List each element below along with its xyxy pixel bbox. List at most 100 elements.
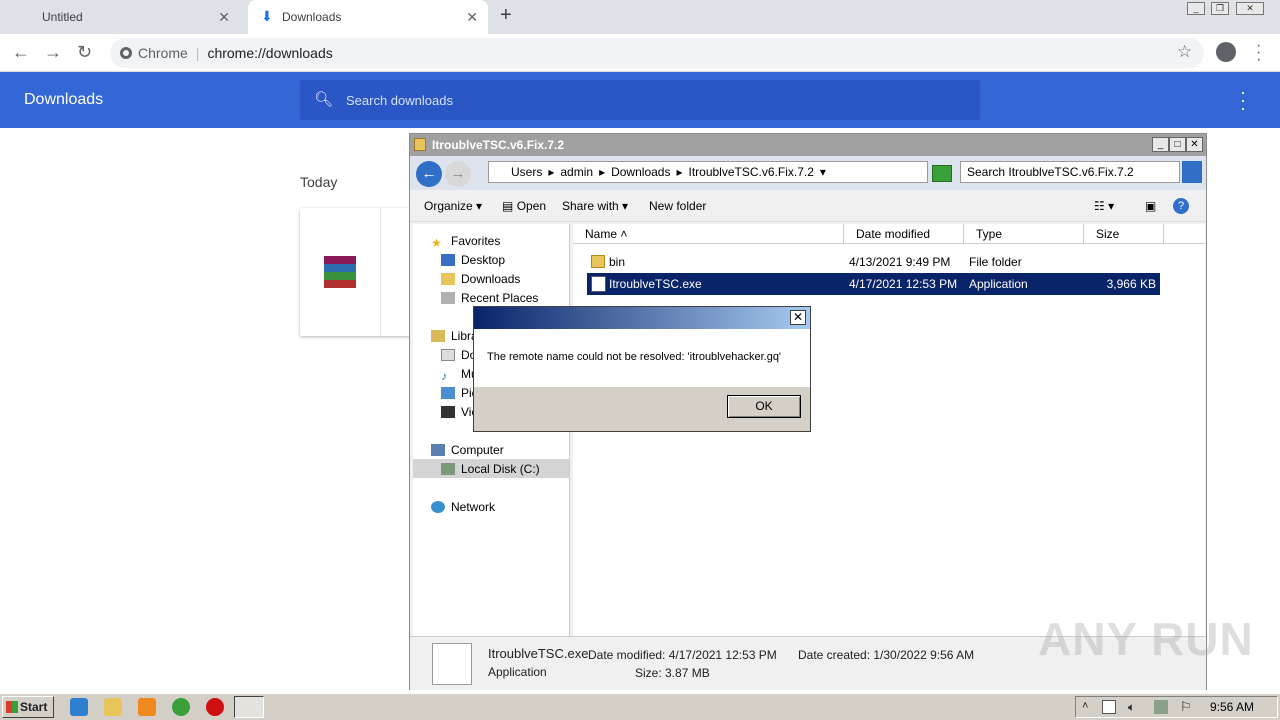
close-icon[interactable]: ✕	[790, 310, 806, 325]
search-icon[interactable]	[1182, 161, 1202, 183]
chrome-icon[interactable]	[172, 698, 190, 716]
star-icon: ★	[431, 236, 442, 250]
site-label: Chrome	[138, 45, 188, 61]
nav-local-disk[interactable]: Local Disk (C:)	[441, 462, 540, 476]
app-tray-icon[interactable]	[1102, 700, 1116, 714]
column-date-modified[interactable]: Date modified	[844, 224, 964, 244]
new-tab-icon[interactable]: +	[500, 4, 512, 27]
column-name[interactable]: Name ˄	[573, 224, 844, 244]
close-tab-icon[interactable]: ✕	[218, 9, 230, 26]
explorer-search-input[interactable]: Search ItroublveTSC.v6.Fix.7.2	[960, 161, 1180, 183]
forward-icon[interactable]: →	[445, 161, 471, 187]
window-title: ItroublveTSC.v6.Fix.7.2	[410, 134, 1206, 156]
application-icon	[591, 276, 606, 292]
more-actions-icon[interactable]: · · ·	[1240, 83, 1246, 117]
back-icon[interactable]: ←	[12, 42, 30, 63]
organize-button[interactable]: Organize ▾	[424, 199, 482, 213]
maximize-icon[interactable]: □	[1169, 137, 1186, 152]
command-bar: Organize ▾ ▤ Open Share with ▾ New folde…	[410, 190, 1206, 222]
forward-icon[interactable]: →	[44, 42, 62, 63]
internet-explorer-icon[interactable]	[70, 698, 88, 716]
tab-downloads[interactable]: ⬇ Downloads ✕	[248, 0, 488, 34]
column-size[interactable]: Size	[1084, 224, 1164, 244]
restore-icon[interactable]: ❐	[1211, 2, 1229, 15]
tab-untitled[interactable]: Untitled ✕	[0, 0, 240, 34]
address-row: ← → Users ▸ admin ▸ Downloads ▸ ItroublveTS…	[410, 156, 1206, 190]
table-row[interactable]: ItroublveTSC.exe 4/17/2021 12:53 PM Appl…	[587, 273, 1160, 295]
close-window-icon[interactable]: ✕	[1186, 137, 1203, 152]
search-downloads-input[interactable]: 🔍︎ Search downloads	[300, 80, 980, 120]
breadcrumb-current-folder[interactable]: ItroublveTSC.v6.Fix.7.2	[689, 165, 814, 179]
file-date: 4/13/2021 9:49 PM	[849, 255, 951, 269]
winrar-archive-icon	[324, 256, 356, 288]
volume-icon[interactable]: 🔈︎	[1128, 700, 1135, 715]
view-options-icon[interactable]: ☷ ▾	[1094, 199, 1114, 213]
download-item-card	[300, 208, 420, 336]
computer-icon	[431, 444, 445, 456]
chrome-menu-icon[interactable]: · · ·	[1256, 38, 1261, 68]
new-folder-button[interactable]: New folder	[649, 199, 706, 213]
file-explorer-icon[interactable]	[104, 698, 122, 716]
show-hidden-icons-icon[interactable]: ˄	[1082, 700, 1088, 712]
url-text: chrome://downloads	[207, 45, 333, 61]
nav-libraries[interactable]: Libra	[431, 329, 478, 343]
back-icon[interactable]: ←	[416, 161, 442, 187]
clock[interactable]: 9:56 AM	[1210, 700, 1254, 714]
close-tab-icon[interactable]: ✕	[466, 9, 478, 26]
nav-documents[interactable]: Do	[441, 348, 476, 362]
divider	[380, 208, 381, 336]
watermark-logo: ANY RUN	[1038, 613, 1254, 665]
profile-icon[interactable]	[1216, 42, 1236, 62]
table-row[interactable]: bin 4/13/2021 9:49 PM File folder	[587, 251, 1160, 273]
recent-places-icon	[441, 292, 455, 304]
share-with-button[interactable]: Share with ▾	[562, 199, 628, 213]
bookmark-star-icon[interactable]: ☆	[1177, 42, 1192, 62]
details-size: Size: 3.87 MB	[635, 666, 710, 680]
tab-label: Downloads	[282, 10, 342, 24]
opera-icon[interactable]	[206, 698, 224, 716]
media-player-icon[interactable]	[138, 698, 156, 716]
date-section-label: Today	[300, 174, 338, 190]
breadcrumb-users[interactable]: Users	[511, 165, 542, 179]
column-type[interactable]: Type	[964, 224, 1084, 244]
downloads-folder-icon	[441, 273, 455, 285]
folder-icon	[414, 138, 426, 151]
breadcrumb-admin[interactable]: admin	[560, 165, 593, 179]
nav-network[interactable]: Network	[431, 500, 495, 514]
explorer-address-bar[interactable]: Users ▸ admin ▸ Downloads ▸ ItroublveTSC.v6…	[488, 161, 928, 183]
nav-desktop[interactable]: Desktop	[441, 253, 505, 267]
minimize-icon[interactable]: _	[1152, 137, 1169, 152]
file-name: ItroublveTSC.exe	[609, 277, 702, 291]
drive-icon	[441, 463, 455, 475]
nav-computer[interactable]: Computer	[431, 443, 504, 457]
chrome-toolbar: ← → ↻ Chrome | chrome://downloads ☆ · · ·	[0, 34, 1280, 72]
refresh-icon[interactable]	[932, 165, 952, 182]
action-center-flag-icon[interactable]: ⚐	[1180, 699, 1192, 715]
file-date: 4/17/2021 12:53 PM	[849, 277, 958, 291]
breadcrumb-downloads[interactable]: Downloads	[611, 165, 670, 179]
nav-recent-places[interactable]: Recent Places	[441, 291, 538, 305]
nav-favorites[interactable]: ★ Favorites	[431, 234, 500, 250]
file-type: Application	[969, 277, 1028, 291]
file-name: bin	[609, 255, 626, 269]
page-title: Downloads	[24, 91, 104, 108]
music-icon: ♪	[441, 369, 447, 383]
address-bar[interactable]: Chrome | chrome://downloads	[110, 38, 1204, 68]
close-window-icon[interactable]: ✕	[1236, 2, 1264, 15]
minimize-icon[interactable]: _	[1187, 2, 1205, 15]
open-button[interactable]: ▤ Open	[502, 199, 546, 213]
dialog-body: The remote name could not be resolved: '…	[474, 329, 810, 387]
nav-downloads[interactable]: Downloads	[441, 272, 520, 286]
nav-videos[interactable]: Vic	[441, 405, 477, 419]
tab-label: Untitled	[42, 10, 83, 24]
help-icon[interactable]: ?	[1173, 198, 1189, 214]
network-tray-icon[interactable]	[1154, 700, 1168, 714]
ok-button[interactable]: OK	[727, 395, 801, 418]
divider: |	[195, 45, 200, 61]
start-button[interactable]: Start	[2, 696, 54, 718]
column-headers: Name ˄ Date modified Type Size	[573, 224, 1205, 244]
reload-icon[interactable]: ↻	[77, 42, 92, 63]
download-icon: ⬇	[261, 8, 273, 24]
running-app-button[interactable]	[234, 696, 264, 718]
preview-pane-icon[interactable]: ▣	[1145, 199, 1156, 213]
